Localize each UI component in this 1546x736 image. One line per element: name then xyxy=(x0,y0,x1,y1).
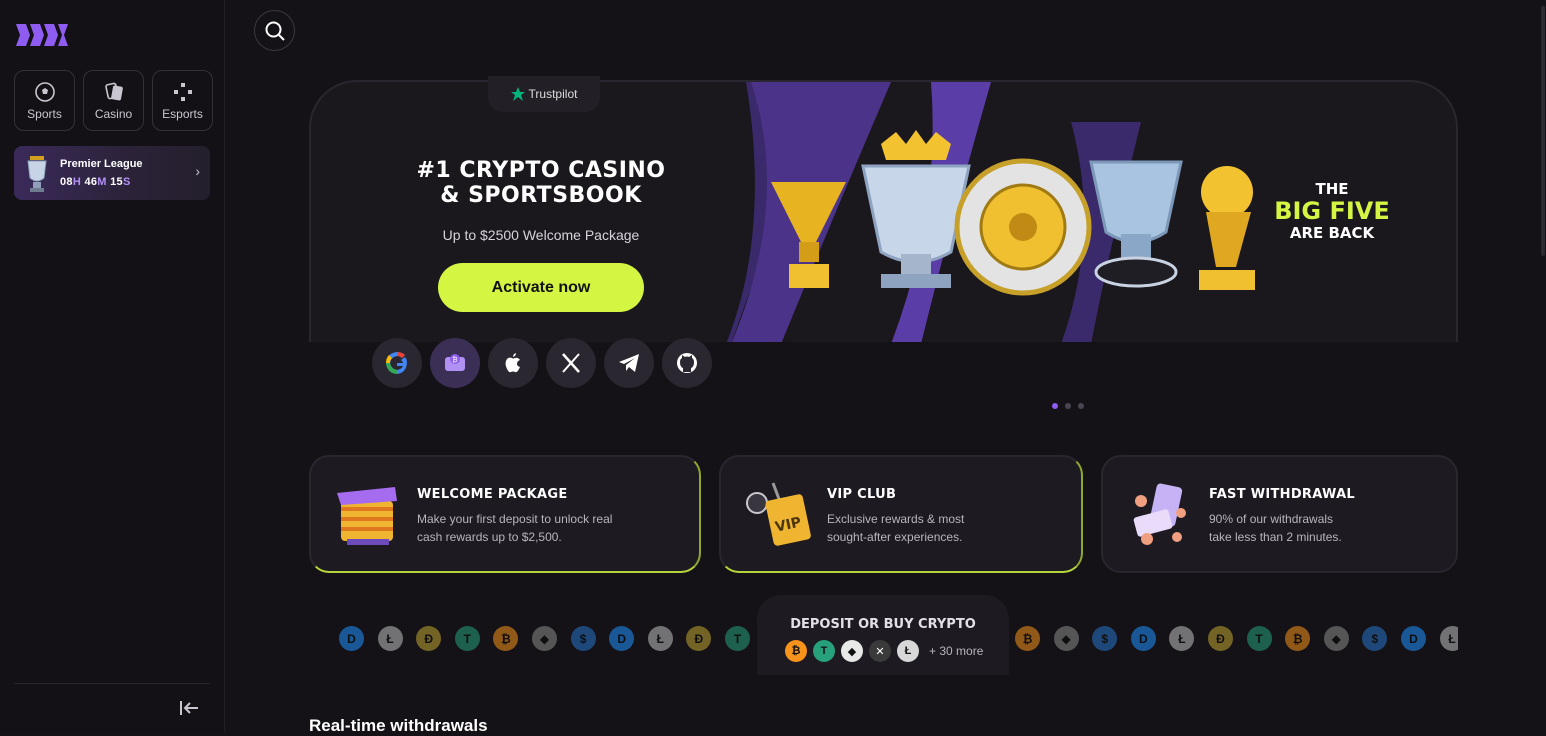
nav-sports-label: Sports xyxy=(27,106,62,121)
page-scrollbar[interactable] xyxy=(1540,0,1546,732)
coin-icon-left-8: Ł xyxy=(647,626,673,651)
search-button[interactable] xyxy=(254,10,295,51)
coin-icon-right-1: ◆ xyxy=(1053,626,1079,651)
vip-club-text: Exclusive rewards & most sought-after exp… xyxy=(827,512,965,544)
star-icon xyxy=(510,87,525,101)
coin-icon-right-11: Ł xyxy=(1439,626,1458,651)
coin-icon-right-9: $ xyxy=(1362,626,1388,651)
promo-countdown: 08H 46M 15S xyxy=(60,176,131,188)
nav-casino-label: Casino xyxy=(94,106,133,121)
collapse-sidebar-icon[interactable] xyxy=(178,697,200,719)
google-login-button[interactable] xyxy=(372,338,422,388)
carousel-dots xyxy=(1052,403,1084,409)
deposit-crypto-panel[interactable]: DEPOSIT OR BUY CRYPTO ₿ T ◆ ✕ Ł + 30 more xyxy=(757,595,1009,675)
coin-icon-right-8: ◆ xyxy=(1323,626,1349,651)
carousel-dot-3[interactable] xyxy=(1078,403,1084,409)
treasure-chest-icon xyxy=(337,487,397,545)
cards-icon xyxy=(104,82,123,100)
fast-withdrawal-card[interactable]: FAST WITHDRAWAL 90% of our withdrawals ta… xyxy=(1101,455,1458,573)
coin-icon-right-7: ₿ xyxy=(1285,626,1311,651)
deposit-coin-list: ₿ T ◆ ✕ Ł + 30 more xyxy=(785,640,983,662)
trophy-icon xyxy=(27,156,47,192)
sidebar: Sports Casino Esports Premier League 08H… xyxy=(0,0,225,732)
hero-title: #1 CRYPTO CASINO & SPORTSBOOK xyxy=(416,158,666,208)
coin-icon-left-0: D xyxy=(339,626,364,651)
coin-icon-right-4: Ł xyxy=(1169,626,1195,651)
social-login-row: ₿ xyxy=(372,338,712,388)
deposit-coin-icon-4: Ł xyxy=(897,640,919,662)
x-icon xyxy=(562,353,580,373)
trustpilot-label: Trustpilot xyxy=(528,87,578,101)
sidebar-divider xyxy=(14,683,210,684)
deposit-coin-icon-0: ₿ xyxy=(785,640,807,662)
welcome-package-card[interactable]: WELCOME PACKAGE Make your first deposit … xyxy=(309,455,701,573)
coin-icon-left-5: ◆ xyxy=(532,626,557,651)
hero-subtitle: Up to $2500 Welcome Package xyxy=(442,227,640,243)
apple-icon xyxy=(505,353,520,373)
fast-withdrawal-text: 90% of our withdrawals take less than 2 m… xyxy=(1209,512,1342,544)
coin-icon-left-3: T xyxy=(454,626,480,651)
search-icon xyxy=(265,21,285,41)
big-five-banner-text: THE BIG FIVE ARE BACK xyxy=(1274,180,1390,242)
nav-sports[interactable]: Sports xyxy=(14,70,75,131)
coin-icon-left-1: Ł xyxy=(377,626,403,651)
vip-card-icon: VIP xyxy=(746,482,811,546)
google-icon xyxy=(386,352,407,374)
coin-icon-right-3: D xyxy=(1130,626,1156,651)
coin-icon-left-6: $ xyxy=(570,626,596,651)
vip-club-card[interactable]: VIP VIP CLUB Exclusive rewards & most sou… xyxy=(719,455,1083,573)
carousel-dot-1[interactable] xyxy=(1052,403,1058,409)
deposit-coin-icon-3: ✕ xyxy=(869,640,891,662)
coin-icon-left-7: D xyxy=(609,626,635,651)
chevron-right-icon: › xyxy=(195,163,200,179)
coin-icon-left-2: Ð xyxy=(416,626,442,651)
coin-icon-right-2: $ xyxy=(1092,626,1118,651)
deposit-coin-icon-1: T xyxy=(813,640,835,662)
wallet-login-button[interactable]: ₿ xyxy=(430,338,480,388)
gamepad-icon xyxy=(173,82,192,101)
carousel-dot-2[interactable] xyxy=(1065,403,1071,409)
github-icon xyxy=(677,353,697,373)
nav-casino[interactable]: Casino xyxy=(83,70,144,131)
premier-league-promo[interactable]: Premier League 08H 46M 15S › xyxy=(14,146,210,200)
brand-logo[interactable] xyxy=(14,22,70,48)
coin-icon-right-6: T xyxy=(1246,626,1272,651)
more-coins-label: + 30 more xyxy=(929,644,984,658)
vip-club-title: VIP CLUB xyxy=(827,487,897,502)
wallet-icon: ₿ xyxy=(445,354,465,371)
nav-esports[interactable]: Esports xyxy=(152,70,213,131)
coin-icon-right-10: D xyxy=(1401,626,1426,651)
soccer-ball-icon xyxy=(34,81,55,102)
promo-title: Premier League xyxy=(60,158,143,170)
nav-esports-label: Esports xyxy=(162,106,203,121)
coin-icon-right-5: Ð xyxy=(1208,626,1233,651)
x-login-button[interactable] xyxy=(546,338,596,388)
coin-icon-left-9: Ð xyxy=(686,626,712,651)
fast-withdrawal-title: FAST WITHDRAWAL xyxy=(1209,487,1356,502)
coin-icon-left-4: ₿ xyxy=(493,626,519,651)
activate-now-button[interactable]: Activate now xyxy=(438,263,644,312)
sidebar-nav: Sports Casino Esports xyxy=(14,70,213,131)
coin-icon-right-0: ₿ xyxy=(1015,626,1040,651)
realtime-withdrawals-title: Real-time withdrawals xyxy=(309,716,488,735)
deposit-coin-icon-2: ◆ xyxy=(841,640,863,662)
telegram-login-button[interactable] xyxy=(604,338,654,388)
welcome-package-text: Make your first deposit to unlock real ca… xyxy=(417,512,613,544)
github-login-button[interactable] xyxy=(662,338,712,388)
trustpilot-badge[interactable]: Trustpilot xyxy=(488,76,600,112)
withdrawal-icon xyxy=(1133,483,1186,545)
deposit-title: DEPOSIT OR BUY CRYPTO xyxy=(790,617,976,632)
telegram-icon xyxy=(619,354,639,372)
welcome-package-title: WELCOME PACKAGE xyxy=(417,487,568,502)
svg-text:₿: ₿ xyxy=(452,356,457,364)
apple-login-button[interactable] xyxy=(488,338,538,388)
coin-icon-left-10: T xyxy=(725,626,750,651)
scroll-thumb[interactable] xyxy=(1541,6,1545,256)
